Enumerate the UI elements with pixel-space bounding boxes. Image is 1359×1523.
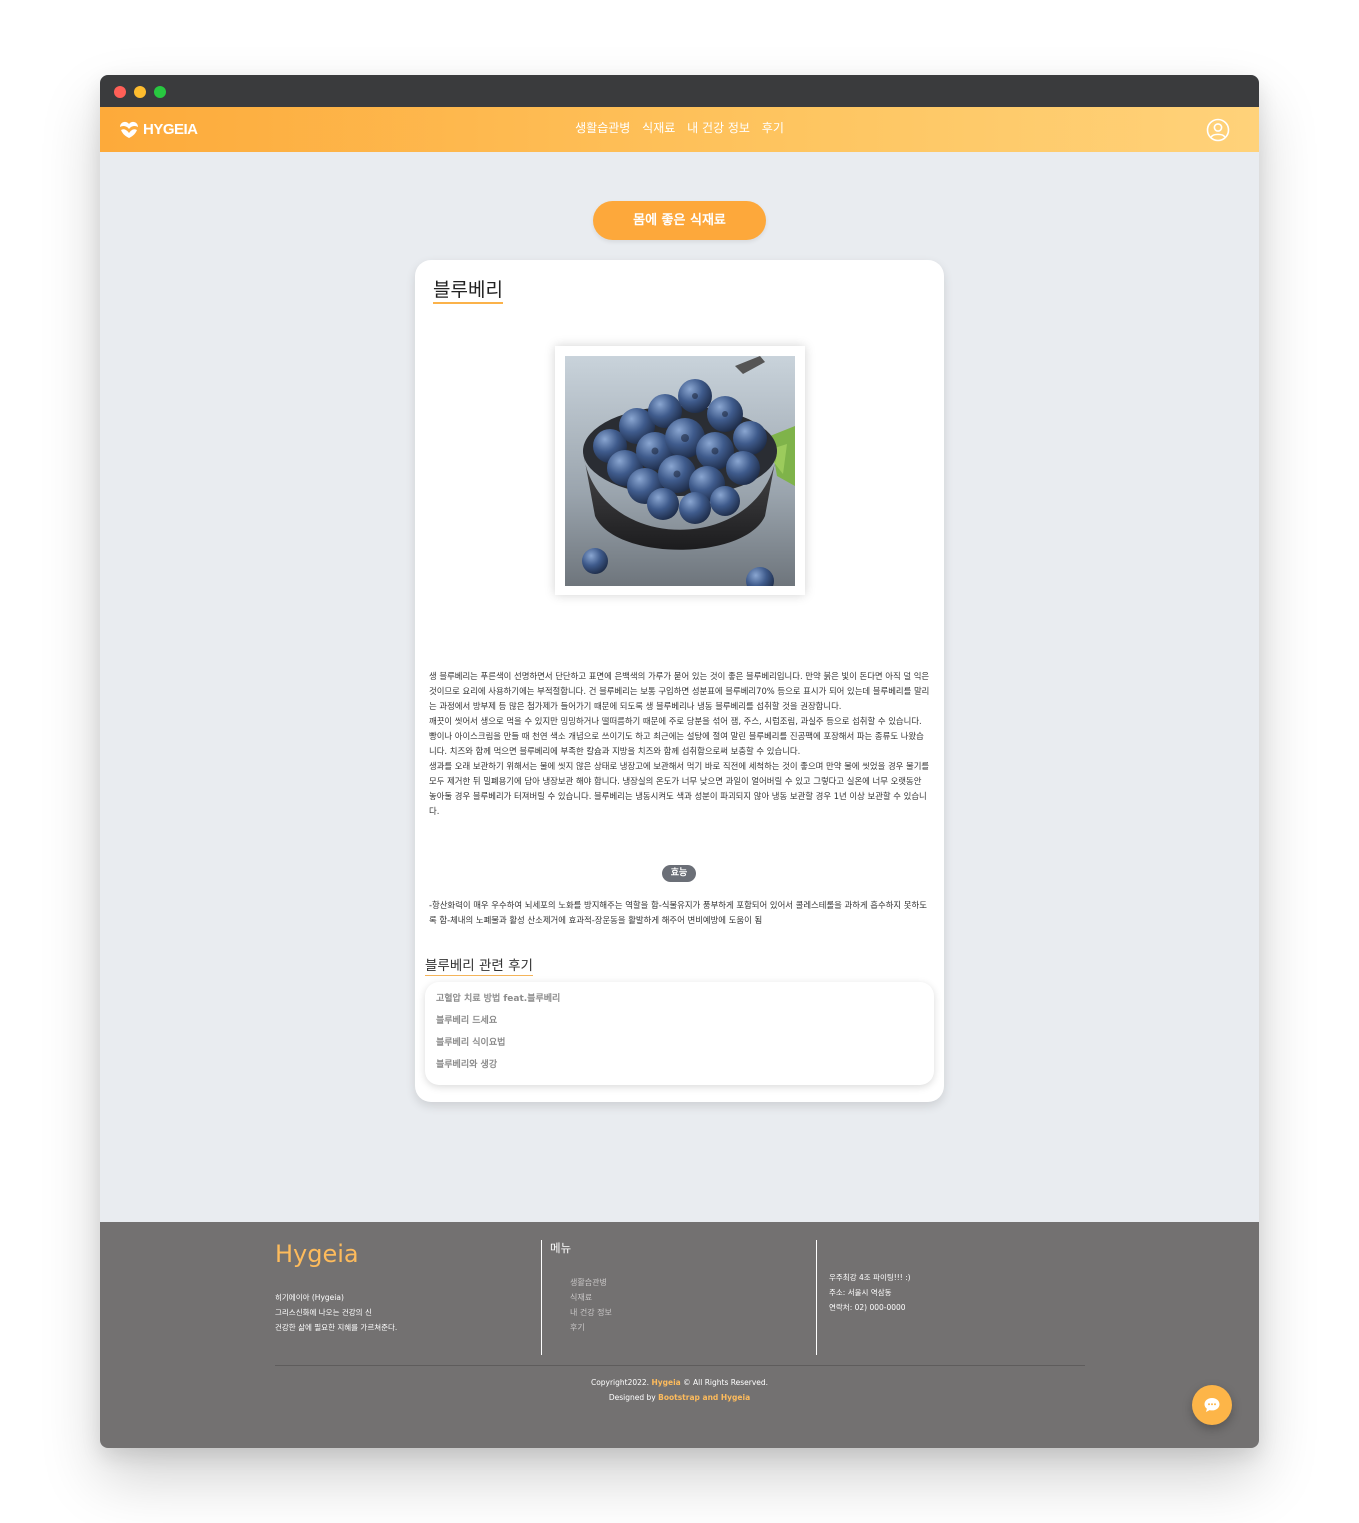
food-description: 생 블루베리는 푸른색이 선명하면서 단단하고 표면에 은백색의 가루가 묻어 … [429, 669, 931, 819]
review-link[interactable]: 블루베리 식이요법 [436, 1038, 934, 1049]
footer-menu-link[interactable]: 내 건강 정보 [570, 1305, 612, 1320]
copyright-suffix: © All Rights Reserved. [683, 1378, 769, 1387]
review-link[interactable]: 블루베리와 생강 [436, 1060, 934, 1071]
footer-contact-line: 연락처: 02) 000-0000 [829, 1303, 906, 1312]
footer-about-line: 히기에이아 (Hygeia) [275, 1293, 344, 1302]
maximize-window-button[interactable] [154, 86, 166, 98]
designed-by-link[interactable]: Bootstrap and Hygeia [658, 1393, 750, 1402]
review-link[interactable]: 블루베리 드세요 [436, 1016, 934, 1027]
copyright-prefix: Copyright2022. [590, 1378, 650, 1387]
nav-link-lifestyle-disease[interactable]: 생활습관병 [575, 121, 630, 135]
blueberry-photo [565, 356, 795, 586]
footer-menu-link[interactable]: 생활습관병 [570, 1275, 612, 1290]
footer-menu: 생활습관병 식재료 내 건강 정보 후기 [570, 1275, 612, 1335]
food-title: 블루베리 [433, 278, 503, 304]
footer-horizontal-divider [275, 1365, 1085, 1366]
footer-menu-title: 메뉴 [550, 1241, 572, 1255]
footer-about-line: 건강한 삶에 필요한 지혜를 가르쳐준다. [275, 1323, 398, 1332]
footer-contact: 우주최강 4조 파이팅!!! :) 주소: 서울시 역삼동 연락처: 02) 0… [829, 1270, 911, 1315]
minimize-window-button[interactable] [134, 86, 146, 98]
review-section-title: 블루베리 관련 후기 [425, 958, 533, 976]
description-paragraph: 깨끗이 씻어서 생으로 먹을 수 있지만 밍밍하거나 떨떠름하기 때문에 주로 … [429, 716, 924, 756]
review-list: 고혈압 치료 방법 feat.블루베리 블루베리 드세요 블루베리 식이요법 블… [425, 982, 934, 1085]
footer-contact-line: 주소: 서울시 역삼동 [829, 1288, 892, 1297]
footer-about-line: 그리스신화에 나오는 건강의 신 [275, 1308, 372, 1317]
user-circle-icon[interactable] [1206, 118, 1230, 142]
browser-window: HYGEIA 생활습관병 식재료 내 건강 정보 후기 몸에 좋은 식재료 블루… [100, 75, 1259, 1448]
chat-button[interactable] [1192, 1385, 1232, 1425]
effect-badge: 효능 [662, 865, 696, 882]
chat-bubble-icon [1204, 1398, 1220, 1412]
nav-link-ingredients[interactable]: 식재료 [642, 121, 675, 135]
footer-contact-line: 우주최강 4조 파이팅!!! :) [829, 1273, 911, 1282]
nav-links: 생활습관병 식재료 내 건강 정보 후기 [100, 119, 1259, 136]
copyright: Copyright2022. Hygeia © All Rights Reser… [100, 1375, 1259, 1405]
description-paragraph: 생 블루베리는 푸른색이 선명하면서 단단하고 표면에 은백색의 가루가 묻어 … [429, 671, 930, 711]
designed-prefix: Designed by [608, 1393, 656, 1402]
copyright-brand-link[interactable]: Hygeia [651, 1378, 680, 1387]
food-detail-card: 블루베리 생 블루베리는 푸른색이 선명하면서 단단하고 표면에 은백색의 가루… [415, 260, 944, 1102]
description-paragraph: 생과를 오래 보관하기 위해서는 물에 씻지 않은 상태로 냉장고에 보관해서 … [429, 761, 930, 816]
navbar: HYGEIA 생활습관병 식재료 내 건강 정보 후기 [100, 107, 1259, 152]
footer-divider [816, 1240, 817, 1355]
nav-link-reviews[interactable]: 후기 [762, 121, 784, 135]
close-window-button[interactable] [114, 86, 126, 98]
footer-menu-link[interactable]: 식재료 [570, 1290, 612, 1305]
footer-menu-link[interactable]: 후기 [570, 1320, 612, 1335]
section-title-button[interactable]: 몸에 좋은 식재료 [593, 201, 766, 240]
footer-divider [541, 1240, 542, 1355]
food-photo-frame [555, 346, 805, 595]
footer-brand: Hygeia [275, 1240, 359, 1268]
footer: Hygeia 히기에이아 (Hygeia) 그리스신화에 나오는 건강의 신 건… [100, 1222, 1259, 1448]
effect-text: -항산화력이 매우 우수하여 뇌세포의 노화를 방지해주는 역할을 함-식물유지… [429, 900, 927, 925]
nav-link-my-health[interactable]: 내 건강 정보 [687, 121, 750, 135]
review-link[interactable]: 고혈압 치료 방법 feat.블루베리 [436, 994, 934, 1005]
footer-about: 히기에이아 (Hygeia) 그리스신화에 나오는 건강의 신 건강한 삶에 필… [275, 1290, 397, 1335]
window-titlebar [100, 75, 1259, 107]
